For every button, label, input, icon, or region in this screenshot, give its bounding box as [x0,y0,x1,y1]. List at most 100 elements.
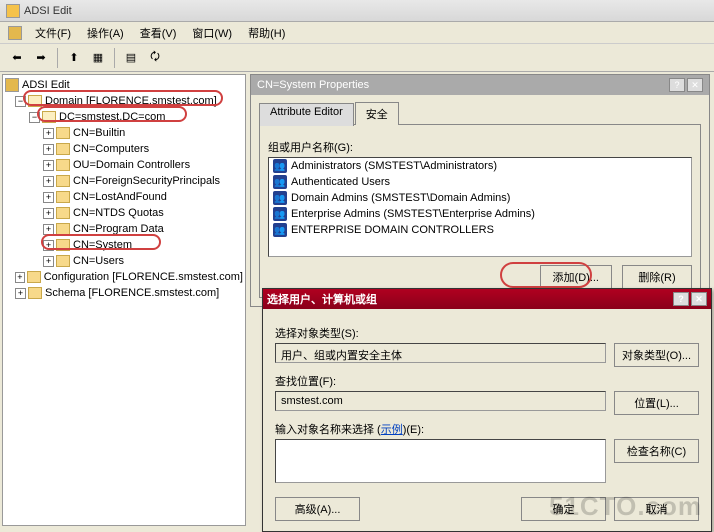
object-names-input[interactable] [275,439,606,483]
tree-item-laf[interactable]: + CN=LostAndFound [5,189,243,205]
tree-item-label: OU=Domain Controllers [73,159,190,171]
user-group-icon: 👥 [273,207,287,221]
menu-file[interactable]: 文件(F) [29,23,77,43]
properties-window: CN=System Properties ? ✕ Attribute Edito… [250,74,710,307]
back-button[interactable]: ⬅ [6,47,28,69]
ok-button[interactable]: 确定 [521,497,606,521]
object-type-label: 选择对象类型(S): [275,325,699,341]
show-hide-tree-button[interactable]: ▦ [87,47,109,69]
user-group-icon: 👥 [273,223,287,237]
up-button[interactable]: ⬆ [63,47,85,69]
tree-domain[interactable]: − Domain [FLORENCE.smstest.com] [5,93,243,109]
tree-dc[interactable]: −DC=smstest,DC=com [5,109,243,125]
expand-icon[interactable]: + [43,208,54,219]
list-item[interactable]: 👥Administrators (SMSTEST\Administrators) [269,158,691,174]
tree-item-label: CN=Computers [73,143,149,155]
close-button[interactable]: ✕ [687,78,703,92]
menu-window[interactable]: 窗口(W) [186,23,238,43]
folder-icon [56,143,70,155]
folder-icon [27,271,41,283]
system-menu-icon[interactable] [8,26,22,40]
expand-icon[interactable]: + [43,144,54,155]
tree-item-progdata[interactable]: +CN=Program Data [5,221,243,237]
menu-help[interactable]: 帮助(H) [242,23,291,43]
add-button[interactable]: 添加(D)... [540,265,612,289]
tree-item-label: CN=ForeignSecurityPrincipals [73,175,220,187]
tree-root[interactable]: ADSI Edit [5,77,243,93]
dialog-titlebar[interactable]: 选择用户、计算机或组 ? ✕ [263,289,711,309]
list-item-label: Authenticated Users [291,176,390,188]
list-item[interactable]: 👥Authenticated Users [269,174,691,190]
expand-icon[interactable]: + [43,240,54,251]
app-title: ADSI Edit [24,5,72,17]
object-types-button[interactable]: 对象类型(O)... [614,343,699,367]
tab-content: 组或用户名称(G): 👥Administrators (SMSTEST\Admi… [259,124,701,298]
example-link[interactable]: 示例 [381,424,403,436]
collapse-icon[interactable]: − [29,112,40,123]
tree-item-fsp[interactable]: + CN=ForeignSecurityPrincipals [5,173,243,189]
tree-schema[interactable]: +Schema [FLORENCE.smstest.com] [5,285,243,301]
tree-item-system[interactable]: + CN=System [5,237,243,253]
folder-icon [56,159,70,171]
list-item-label: Enterprise Admins (SMSTEST\Enterprise Ad… [291,208,535,220]
help-button[interactable]: ? [673,292,689,306]
locations-button[interactable]: 位置(L)... [614,391,699,415]
tree-item-label: CN=LostAndFound [73,191,167,203]
tree-item-label: CN=System [73,239,132,251]
collapse-icon[interactable]: − [15,96,26,107]
tree-item-ntds[interactable]: + CN=NTDS Quotas [5,205,243,221]
location-label: 查找位置(F): [275,373,699,389]
tree-item-computers[interactable]: + CN=Computers [5,141,243,157]
menu-view[interactable]: 查看(V) [134,23,183,43]
cancel-button[interactable]: 取消 [614,497,699,521]
expand-icon[interactable]: + [15,272,26,283]
remove-button[interactable]: 删除(R) [622,265,692,289]
app-icon [6,4,20,18]
tree-domain-label: Domain [FLORENCE.smstest.com] [45,95,217,107]
toolbar-sep [57,48,58,68]
adsi-icon [5,78,19,92]
check-names-button[interactable]: 检查名称(C) [614,439,699,463]
tree-item-builtin[interactable]: +CN=Builtin [5,125,243,141]
properties-button[interactable]: ▤ [120,47,142,69]
expand-icon[interactable]: + [43,176,54,187]
list-item[interactable]: 👥ENTERPRISE DOMAIN CONTROLLERS [269,222,691,238]
user-group-icon: 👥 [273,159,287,173]
dialog-body: 选择对象类型(S): 用户、组或内置安全主体 对象类型(O)... 查找位置(F… [263,309,711,531]
list-item[interactable]: 👥Domain Admins (SMSTEST\Domain Admins) [269,190,691,206]
list-item[interactable]: 👥 Enterprise Admins (SMSTEST\Enterprise A… [269,206,691,222]
tab-strip: Attribute Editor 安全 [251,95,709,124]
tab-security[interactable]: 安全 [355,102,399,125]
group-users-label: 组或用户名称(G): [268,139,692,155]
tree-item-users[interactable]: +CN=Users [5,253,243,269]
tree-config[interactable]: + Configuration [FLORENCE.smstest.com] [5,269,243,285]
tree-root-label: ADSI Edit [22,79,70,91]
tree-pane[interactable]: ADSI Edit −Domain [FLORENCE.smstest.com]… [2,74,246,526]
users-listbox[interactable]: 👥Administrators (SMSTEST\Administrators)… [268,157,692,257]
expand-icon[interactable]: + [43,192,54,203]
tree-config-label: Configuration [FLORENCE.smstest.com] [44,271,243,283]
refresh-button[interactable]: 🗘 [144,47,166,69]
close-button[interactable]: ✕ [691,292,707,306]
help-button[interactable]: ? [669,78,685,92]
properties-titlebar[interactable]: CN=System Properties ? ✕ [251,75,709,95]
select-users-dialog: 选择用户、计算机或组 ? ✕ 选择对象类型(S): 用户、组或内置安全主体 对象… [262,288,712,532]
folder-icon [56,127,70,139]
forward-button[interactable]: ➡ [30,47,52,69]
location-field: smstest.com [275,391,606,411]
menu-action[interactable]: 操作(A) [81,23,130,43]
tree-item-label: CN=NTDS Quotas [73,207,164,219]
expand-icon[interactable]: + [43,224,54,235]
advanced-button[interactable]: 高级(A)... [275,497,360,521]
tab-attribute-editor[interactable]: Attribute Editor [259,103,354,126]
expand-icon[interactable]: + [43,160,54,171]
folder-icon [56,239,70,251]
expand-icon[interactable]: + [43,128,54,139]
object-names-label: 输入对象名称来选择 (示例)(E): [275,421,699,437]
expand-icon[interactable]: + [43,256,54,267]
object-type-field: 用户、组或内置安全主体 [275,343,606,363]
folder-icon [42,111,56,123]
expand-icon[interactable]: + [15,288,26,299]
app-titlebar: ADSI Edit [0,0,714,22]
tree-item-dcs[interactable]: + OU=Domain Controllers [5,157,243,173]
